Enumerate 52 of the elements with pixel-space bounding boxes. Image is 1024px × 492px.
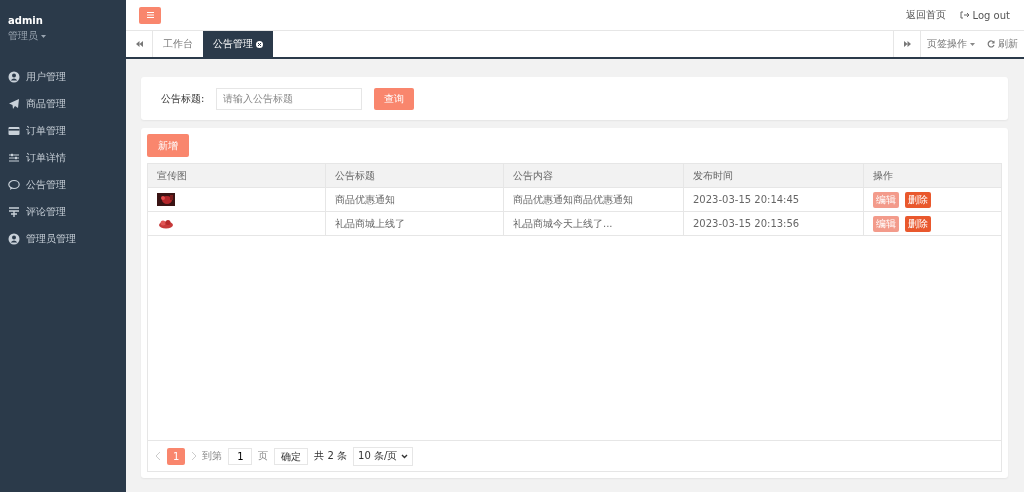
- table-cell: 商品优惠通知: [326, 188, 504, 212]
- caret-icon: [41, 34, 46, 38]
- close-icon[interactable]: [256, 40, 263, 48]
- list-icon: [8, 205, 20, 218]
- paper-plane-icon: [8, 97, 20, 110]
- menu-icon: [146, 12, 154, 18]
- logout-link[interactable]: Log out: [972, 9, 1010, 21]
- sliders-icon: [8, 151, 20, 164]
- table-cell: 礼品商城今天上线了...: [504, 212, 684, 236]
- sidebar-item[interactable]: 商品管理: [26, 96, 66, 111]
- user-role[interactable]: 管理员: [8, 29, 38, 43]
- page-unit: 页: [258, 449, 269, 463]
- sidebar-item[interactable]: 订单管理: [26, 123, 66, 138]
- refresh-button[interactable]: 刷新: [998, 37, 1018, 51]
- chat-bubble-icon: [8, 178, 20, 191]
- search-label: 公告标题:: [161, 91, 205, 106]
- delete-button[interactable]: 删除: [905, 191, 931, 208]
- home-link[interactable]: 返回首页: [905, 8, 946, 22]
- sidebar-item[interactable]: 用户管理: [26, 69, 66, 84]
- column-header: 发布时间: [684, 164, 864, 188]
- double-right-icon[interactable]: [903, 41, 911, 47]
- user-name: admin: [7, 14, 44, 26]
- total-count: 共 2 条: [314, 449, 348, 463]
- tab[interactable]: 公告管理: [203, 31, 273, 57]
- table-cell: 2023-03-15 20:13:56: [684, 212, 864, 236]
- search-field[interactable]: 请输入公告标题: [216, 87, 363, 110]
- column-header: 宣传图: [148, 164, 326, 188]
- goto-label: 到第: [202, 449, 223, 463]
- caret-icon: [970, 42, 975, 46]
- refresh-icon: [987, 40, 995, 48]
- table-cell: 礼品商城上线了: [326, 212, 504, 236]
- column-header: 操作: [864, 164, 1001, 188]
- menu-button[interactable]: [139, 6, 161, 24]
- sidebar-item[interactable]: 评论管理: [26, 204, 66, 219]
- sidebar-item[interactable]: 公告管理: [26, 177, 66, 192]
- delete-button[interactable]: 删除: [905, 215, 931, 232]
- user-icon: [8, 70, 20, 83]
- table-cell: 2023-03-15 20:14:45: [684, 188, 864, 212]
- double-left-icon[interactable]: [135, 41, 143, 47]
- confirm-button[interactable]: 确定: [274, 447, 309, 465]
- page-size-select[interactable]: 10 条/页: [353, 446, 414, 466]
- page-input[interactable]: 1: [228, 447, 253, 465]
- logout-icon: [959, 11, 969, 19]
- table-cell: 商品优惠通知商品优惠通知: [504, 188, 684, 212]
- column-header: 公告内容: [504, 164, 684, 188]
- credit-card-icon: [8, 124, 20, 137]
- sidebar-item[interactable]: 订单详情: [26, 150, 66, 165]
- user-icon: [8, 232, 20, 245]
- column-header: 公告标题: [326, 164, 504, 188]
- sidebar-item[interactable]: 管理员管理: [26, 231, 76, 246]
- page-ops-menu[interactable]: 页签操作: [927, 37, 967, 51]
- chevron-down-icon: [401, 453, 409, 459]
